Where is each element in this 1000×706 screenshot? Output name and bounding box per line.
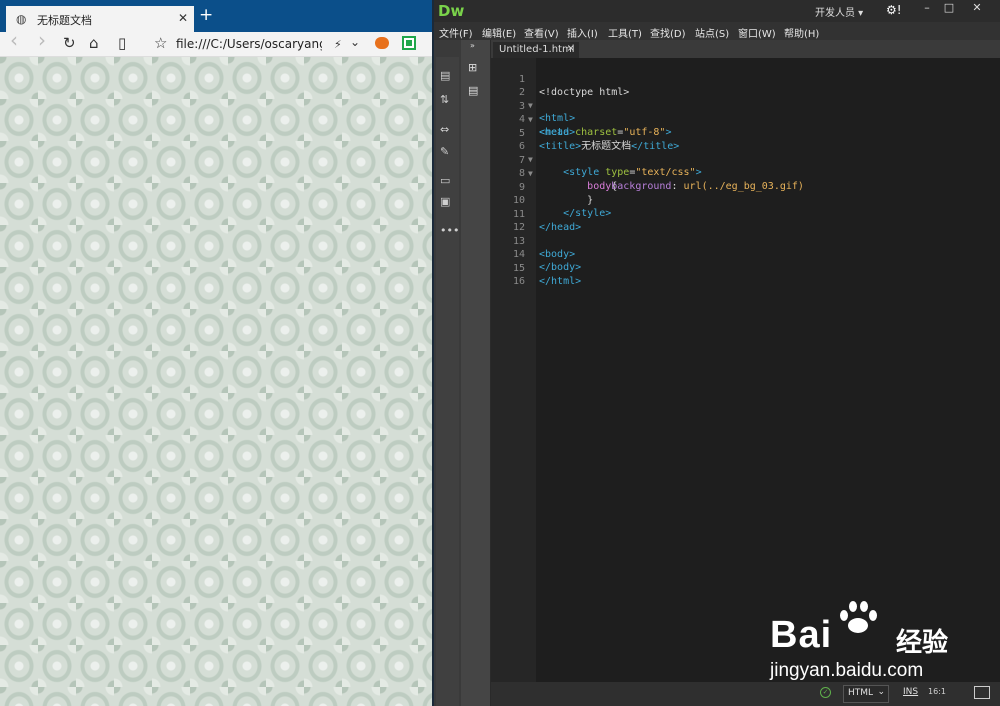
expand-panels-icon[interactable]: » [470, 41, 475, 50]
page-background-pattern [0, 57, 432, 706]
code-line: 8 background: url(../eg_bg_03.gif) [491, 154, 1000, 192]
document-tabs: Untitled-1.html × [491, 40, 1000, 58]
close-button[interactable]: ✕ [966, 0, 988, 18]
gear-icon[interactable]: ⚙! [886, 3, 902, 17]
menu-tools[interactable]: 工具(T) [608, 25, 642, 40]
code-line: 13 <body> [491, 222, 1000, 260]
code-line: 15 </html> [491, 249, 1000, 287]
document-tab[interactable]: Untitled-1.html × [493, 42, 579, 58]
dw-logo: Dw [438, 2, 465, 20]
code-line: 2 ▼ <html> [491, 73, 1000, 124]
line-number: 16 [512, 276, 525, 287]
minimize-button[interactable]: – [916, 0, 938, 18]
file-icon[interactable]: ▤ [440, 69, 450, 82]
menu-window[interactable]: 窗口(W) [738, 25, 776, 40]
more-icon[interactable]: ••• [440, 224, 459, 237]
watermark-brand: Bai [770, 614, 833, 656]
game-extension-icon[interactable] [375, 37, 389, 49]
live-preview-icon[interactable] [974, 686, 990, 699]
dw-title-bar: Dw 开发人员 ▾ ⚙! – □ ✕ [434, 0, 1000, 22]
code-text: </html> [539, 276, 582, 287]
refresh-icon[interactable]: ↻ [63, 35, 76, 51]
watermark-cn: 经验 [896, 628, 949, 658]
code-line: 5 <title>无标题文档</title> [491, 114, 1000, 152]
menu-file[interactable]: 文件(F) [439, 25, 473, 40]
tab-close-icon[interactable]: ✕ [178, 11, 188, 25]
chevron-down-icon: ⌄ [877, 687, 885, 697]
expand-icon[interactable]: ⇔ [440, 123, 449, 136]
back-icon[interactable]: ‹ [10, 30, 18, 50]
format-icon[interactable]: ▣ [440, 195, 450, 208]
home-icon[interactable]: ⌂ [89, 35, 99, 51]
insert-mode-toggle[interactable]: INS [903, 687, 918, 697]
sort-icon[interactable]: ⇅ [440, 93, 449, 106]
browser-tab[interactable]: ◍ 无标题文档 ✕ [6, 6, 194, 32]
menu-site[interactable]: 站点(S) [695, 25, 729, 40]
forward-icon[interactable]: › [38, 30, 46, 50]
code-line: 7 ▼ body{ [491, 141, 1000, 192]
code-line: 6 ▼ <style type="text/css"> [491, 127, 1000, 178]
menu-find[interactable]: 查找(D) [650, 25, 686, 40]
browser-nav-bar: ‹ › ↻ ⌂ ▯ ☆ file:///C:/Users/oscaryang/D… [0, 30, 432, 57]
snippets-icon[interactable]: ▤ [468, 84, 478, 97]
reading-view-icon[interactable]: ▯ [118, 35, 126, 51]
document-type-value: HTML [848, 688, 874, 698]
comment-icon[interactable]: ▭ [440, 174, 450, 187]
flash-icon[interactable]: ⚡ [334, 37, 342, 53]
menu-help[interactable]: 帮助(H) [784, 25, 819, 40]
green-extension-icon[interactable] [402, 36, 416, 50]
code-line: 4 <meta charset="utf-8"> [491, 100, 1000, 138]
panel-strip: » ⊞ ▤ [461, 40, 490, 706]
document-tab-label: Untitled-1.html [499, 44, 575, 55]
brush-icon[interactable]: ✎ [440, 145, 449, 158]
maximize-button[interactable]: □ [938, 0, 960, 18]
chevron-down-icon[interactable]: ⌄ [350, 34, 360, 50]
workspace-switcher[interactable]: 开发人员 ▾ [815, 4, 863, 19]
code-line: 11 </head> [491, 195, 1000, 233]
favorite-star-icon[interactable]: ☆ [154, 35, 167, 51]
browser-window: ◍ 无标题文档 ✕ + ‹ › ↻ ⌂ ▯ ☆ file:///C:/Users… [0, 0, 432, 706]
menu-bar: 文件(F) 编辑(E) 查看(V) 插入(I) 工具(T) 查找(D) 站点(S… [434, 22, 1000, 40]
code-line: 16 [491, 262, 1000, 287]
code-line: 10 </style> [491, 181, 1000, 219]
code-line: 3 ▼ <head> [491, 87, 1000, 138]
code-line: 12 [491, 208, 1000, 233]
code-line: 14 </body> [491, 235, 1000, 273]
dom-tree-icon[interactable]: ⊞ [468, 61, 477, 74]
code-line: 9 } [491, 168, 1000, 206]
browser-tab-bar: ◍ 无标题文档 ✕ + [0, 0, 432, 32]
paw-logo-icon [838, 600, 878, 634]
code-line: 1 <!doctype html> [491, 60, 1000, 98]
tab-title: 无标题文档 [37, 14, 92, 27]
cursor-position: 16:1 [928, 687, 946, 696]
check-ok-icon[interactable]: ✓ [820, 687, 831, 698]
menu-edit[interactable]: 编辑(E) [482, 25, 516, 40]
document-toolbar: ▤ ⇅ ⇔ ✎ ▭ ▣ ••• [436, 57, 459, 706]
globe-icon: ◍ [16, 12, 27, 26]
address-bar[interactable]: file:///C:/Users/oscaryang/De [176, 37, 322, 51]
document-tab-close-icon[interactable]: × [567, 43, 575, 54]
baidu-jingyan-watermark: Bai 经验 jingyan.baidu.com [770, 598, 975, 688]
menu-view[interactable]: 查看(V) [524, 25, 559, 40]
menu-insert[interactable]: 插入(I) [567, 25, 598, 40]
watermark-url: jingyan.baidu.com [770, 660, 924, 681]
code-editor[interactable]: 1 <!doctype html> 2 ▼ <html> 3 ▼ <head> … [491, 58, 1000, 682]
new-tab-button[interactable]: + [199, 7, 213, 24]
